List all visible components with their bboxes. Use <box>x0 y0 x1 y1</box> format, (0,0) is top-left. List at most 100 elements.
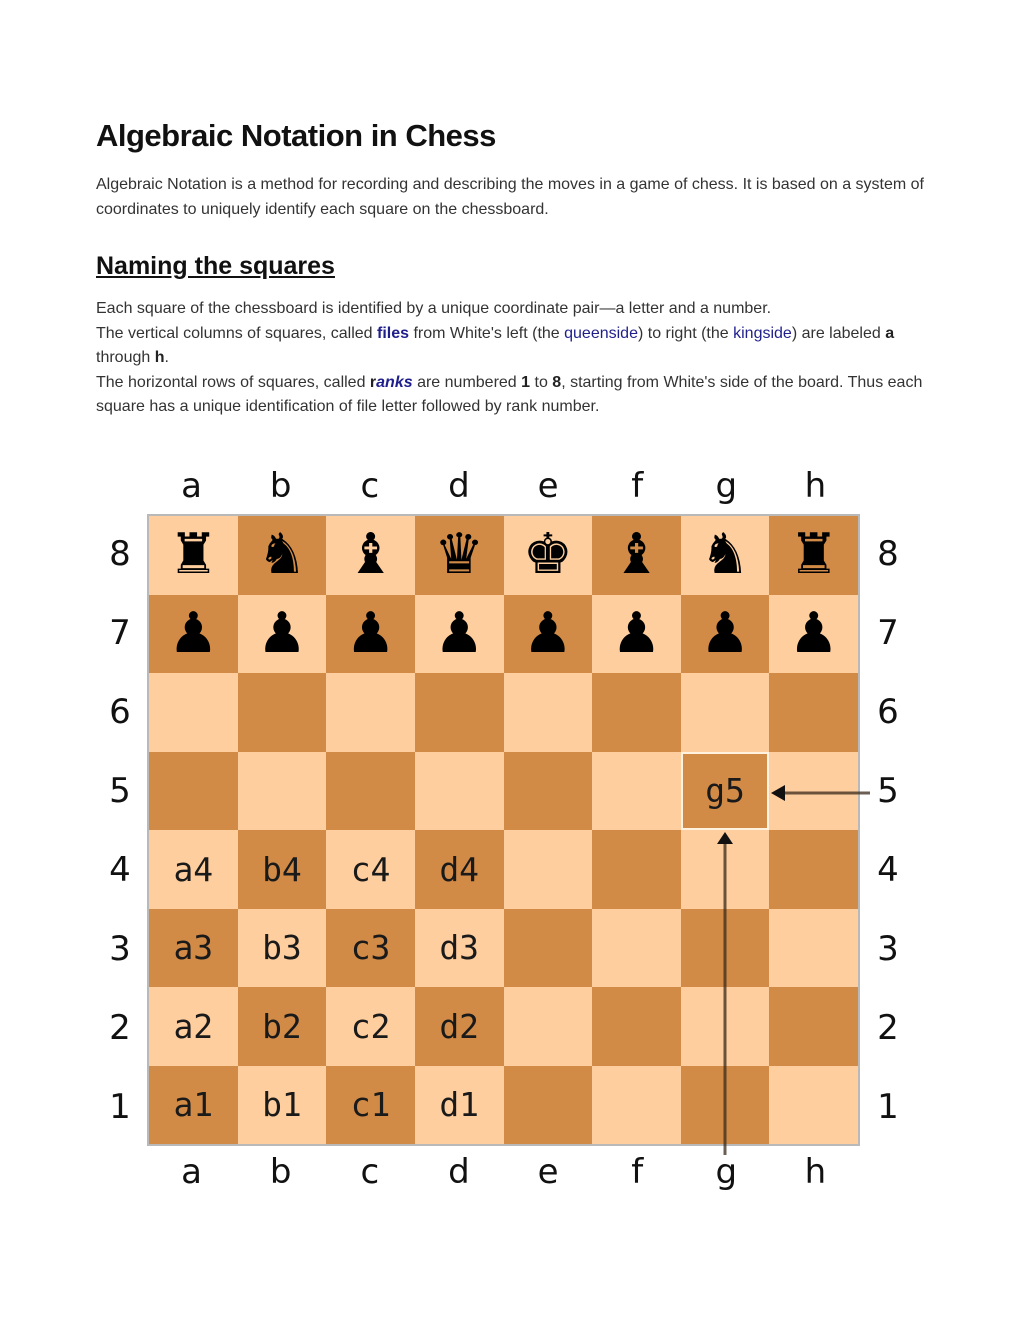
square-d8[interactable]: ♛ <box>414 516 504 595</box>
square-e1[interactable] <box>503 1065 593 1144</box>
square-f2[interactable] <box>592 987 681 1066</box>
square-d7[interactable]: ♟ <box>414 594 504 673</box>
square-c3[interactable]: c3 <box>326 908 415 987</box>
black-pawn-icon[interactable]: ♟ <box>168 605 218 662</box>
square-label: a2 <box>173 1006 214 1046</box>
black-bishop-icon[interactable]: ♝ <box>611 527 661 583</box>
square-c2[interactable]: c2 <box>326 987 415 1066</box>
square-e8[interactable]: ♚ <box>503 516 593 595</box>
square-d5[interactable] <box>414 751 504 830</box>
square-b5[interactable] <box>237 751 327 830</box>
square-c6[interactable] <box>326 673 415 752</box>
black-knight-icon[interactable]: ♞ <box>700 527 750 583</box>
square-f5[interactable] <box>592 751 681 830</box>
square-g6[interactable] <box>680 673 770 752</box>
square-f1[interactable] <box>592 1065 681 1144</box>
black-pawn-icon[interactable]: ♟ <box>257 605 307 662</box>
square-b8[interactable]: ♞ <box>237 516 327 595</box>
square-a3[interactable]: a3 <box>149 908 238 987</box>
square-b2[interactable]: b2 <box>237 987 327 1066</box>
square-b1[interactable]: b1 <box>237 1065 327 1144</box>
square-h6[interactable] <box>769 673 858 752</box>
black-rook-icon[interactable]: ♜ <box>168 527 218 583</box>
square-h8[interactable]: ♜ <box>769 516 858 595</box>
black-pawn-icon[interactable]: ♟ <box>789 605 839 662</box>
black-pawn-icon[interactable]: ♟ <box>434 605 484 662</box>
rank-label-right-1: 1 <box>877 1086 899 1127</box>
square-b4[interactable]: b4 <box>237 830 327 909</box>
square-g7[interactable]: ♟ <box>680 594 770 673</box>
text: . <box>164 349 169 366</box>
square-e3[interactable] <box>503 908 593 987</box>
square-h5[interactable] <box>769 751 858 830</box>
black-pawn-icon[interactable]: ♟ <box>345 605 395 662</box>
square-b3[interactable]: b3 <box>237 908 327 987</box>
square-c5[interactable] <box>326 751 415 830</box>
square-label: c2 <box>350 1006 391 1046</box>
square-a7[interactable]: ♟ <box>149 594 238 673</box>
square-d2[interactable]: d2 <box>414 987 504 1066</box>
square-g1[interactable] <box>680 1065 770 1144</box>
square-e5[interactable] <box>503 751 593 830</box>
file-label-top-a: a <box>181 466 202 506</box>
square-label: d1 <box>439 1085 480 1125</box>
square-g2[interactable] <box>680 987 770 1066</box>
square-c4[interactable]: c4 <box>326 830 415 909</box>
square-b6[interactable] <box>237 673 327 752</box>
square-d6[interactable] <box>414 673 504 752</box>
rank-label-right-4: 4 <box>877 849 899 890</box>
black-pawn-icon[interactable]: ♟ <box>523 605 573 662</box>
rank-label-left-2: 2 <box>109 1007 131 1048</box>
square-a6[interactable] <box>149 673 238 752</box>
black-pawn-icon[interactable]: ♟ <box>700 605 750 662</box>
square-d4[interactable]: d4 <box>414 830 504 909</box>
square-label: c1 <box>350 1085 391 1125</box>
black-bishop-icon[interactable]: ♝ <box>345 527 395 583</box>
square-c7[interactable]: ♟ <box>326 594 415 673</box>
square-label: c4 <box>350 849 391 889</box>
black-queen-icon[interactable]: ♛ <box>434 527 484 583</box>
square-f6[interactable] <box>592 673 681 752</box>
square-f8[interactable]: ♝ <box>592 516 681 595</box>
square-h1[interactable] <box>769 1065 858 1144</box>
black-rook-icon[interactable]: ♜ <box>789 527 839 583</box>
square-e2[interactable] <box>503 987 593 1066</box>
square-a1[interactable]: a1 <box>149 1065 238 1144</box>
ranks-link-rest[interactable]: anks <box>376 374 412 391</box>
square-a2[interactable]: a2 <box>149 987 238 1066</box>
square-g8[interactable]: ♞ <box>680 516 770 595</box>
square-a5[interactable] <box>149 751 238 830</box>
square-h7[interactable]: ♟ <box>769 594 858 673</box>
square-h2[interactable] <box>769 987 858 1066</box>
kingside-link[interactable]: kingside <box>733 325 792 342</box>
square-a4[interactable]: a4 <box>149 830 238 909</box>
square-h4[interactable] <box>769 830 858 909</box>
square-h3[interactable] <box>769 908 858 987</box>
queenside-link[interactable]: queenside <box>564 325 638 342</box>
square-d1[interactable]: d1 <box>414 1065 504 1144</box>
square-a8[interactable]: ♜ <box>149 516 238 595</box>
ranks-link[interactable]: ranks <box>370 374 413 391</box>
rank-label-left-7: 7 <box>109 612 131 653</box>
rank-label-right-7: 7 <box>877 612 899 653</box>
square-f3[interactable] <box>592 908 681 987</box>
square-d3[interactable]: d3 <box>414 908 504 987</box>
square-g4[interactable] <box>680 830 770 909</box>
square-g5[interactable]: g5 <box>680 751 770 830</box>
square-f4[interactable] <box>592 830 681 909</box>
black-pawn-icon[interactable]: ♟ <box>611 605 661 662</box>
file-label-bottom-h: h <box>804 1152 827 1192</box>
square-e7[interactable]: ♟ <box>503 594 593 673</box>
square-e4[interactable] <box>503 830 593 909</box>
square-f7[interactable]: ♟ <box>592 594 681 673</box>
black-king-icon[interactable]: ♚ <box>523 527 573 583</box>
square-c1[interactable]: c1 <box>326 1065 415 1144</box>
files-link[interactable]: files <box>377 325 409 342</box>
intro-paragraph: Algebraic Notation is a method for recor… <box>96 176 924 218</box>
square-b7[interactable]: ♟ <box>237 594 327 673</box>
square-label: g5 <box>705 771 745 811</box>
black-knight-icon[interactable]: ♞ <box>257 527 307 583</box>
square-c8[interactable]: ♝ <box>326 516 415 595</box>
square-g3[interactable] <box>680 908 770 987</box>
square-e6[interactable] <box>503 673 593 752</box>
